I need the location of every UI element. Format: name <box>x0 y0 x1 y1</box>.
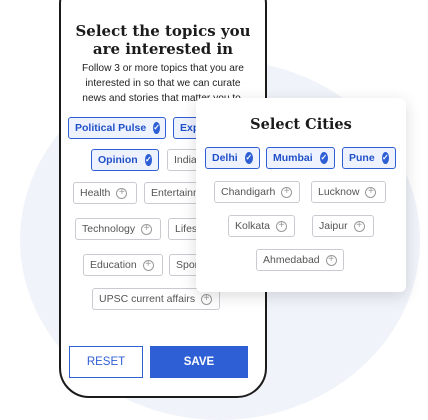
city-label: Ahmedabad <box>263 254 320 266</box>
topic-chip-opinion[interactable]: Opinion ✓ <box>91 149 159 171</box>
city-label: Pune <box>349 152 375 164</box>
page-title-line-2: are interested in <box>92 40 234 58</box>
city-label: Lucknow <box>318 186 360 198</box>
check-circle-icon: ✓ <box>153 122 160 134</box>
topic-label: Entertainm <box>151 187 202 199</box>
plus-circle-icon: + <box>201 293 213 305</box>
page-title-line-1: Select the topics you <box>75 22 251 40</box>
topic-label: Opinion <box>98 154 138 166</box>
city-label: Kolkata <box>235 220 271 232</box>
subtitle-line-2: interested in so that we can curate <box>85 78 241 89</box>
plus-circle-icon: + <box>141 223 153 235</box>
reset-button[interactable]: RESET <box>69 346 143 378</box>
check-circle-icon: ✓ <box>319 152 328 164</box>
city-label: Delhi <box>212 152 238 164</box>
plus-circle-icon: + <box>281 186 293 198</box>
city-label: Mumbai <box>273 152 313 164</box>
topic-label: Technology <box>82 223 136 235</box>
topic-chip-health[interactable]: Health + <box>73 182 137 204</box>
topic-label: Education <box>90 259 137 271</box>
plus-circle-icon: + <box>276 220 288 232</box>
plus-circle-icon: + <box>325 254 337 266</box>
check-circle-icon: ✓ <box>381 152 389 164</box>
cities-title: Select Cities <box>250 116 352 133</box>
topic-label: UPSC current affairs <box>99 293 196 305</box>
select-cities-card: Select Cities Delhi ✓ Mumbai ✓ Pune ✓ Ch… <box>196 98 406 292</box>
topic-chip-political-pulse[interactable]: Political Pulse ✓ <box>68 117 166 139</box>
plus-circle-icon: + <box>142 259 154 271</box>
plus-circle-icon: + <box>116 187 128 199</box>
city-chip-mumbai[interactable]: Mumbai ✓ <box>266 147 335 169</box>
topic-label: Lifes <box>175 223 198 235</box>
city-chip-jaipur[interactable]: Jaipur + <box>312 215 374 237</box>
city-label: Chandigarh <box>221 186 276 198</box>
topic-chip-education[interactable]: Education + <box>83 254 163 276</box>
topic-label: Political Pulse <box>75 122 147 134</box>
city-chip-chandigarh[interactable]: Chandigarh + <box>214 181 300 203</box>
subtitle-line-1: Follow 3 or more topics that you are <box>82 63 244 74</box>
plus-circle-icon: + <box>353 220 365 232</box>
topic-label: Health <box>80 187 111 199</box>
city-chip-delhi[interactable]: Delhi ✓ <box>205 147 260 169</box>
city-chip-ahmedabad[interactable]: Ahmedabad + <box>256 249 344 271</box>
city-label: Jaipur <box>319 220 348 232</box>
topic-label: Spor <box>176 259 199 271</box>
plus-circle-icon: + <box>365 186 377 198</box>
city-chip-kolkata[interactable]: Kolkata + <box>228 215 295 237</box>
city-chip-pune[interactable]: Pune ✓ <box>342 147 396 169</box>
topic-label: India <box>174 154 197 166</box>
save-button[interactable]: SAVE <box>150 346 248 378</box>
check-circle-icon: ✓ <box>144 154 152 166</box>
topic-chip-technology[interactable]: Technology + <box>75 218 161 240</box>
check-circle-icon: ✓ <box>244 152 253 164</box>
city-chip-lucknow[interactable]: Lucknow + <box>311 181 386 203</box>
